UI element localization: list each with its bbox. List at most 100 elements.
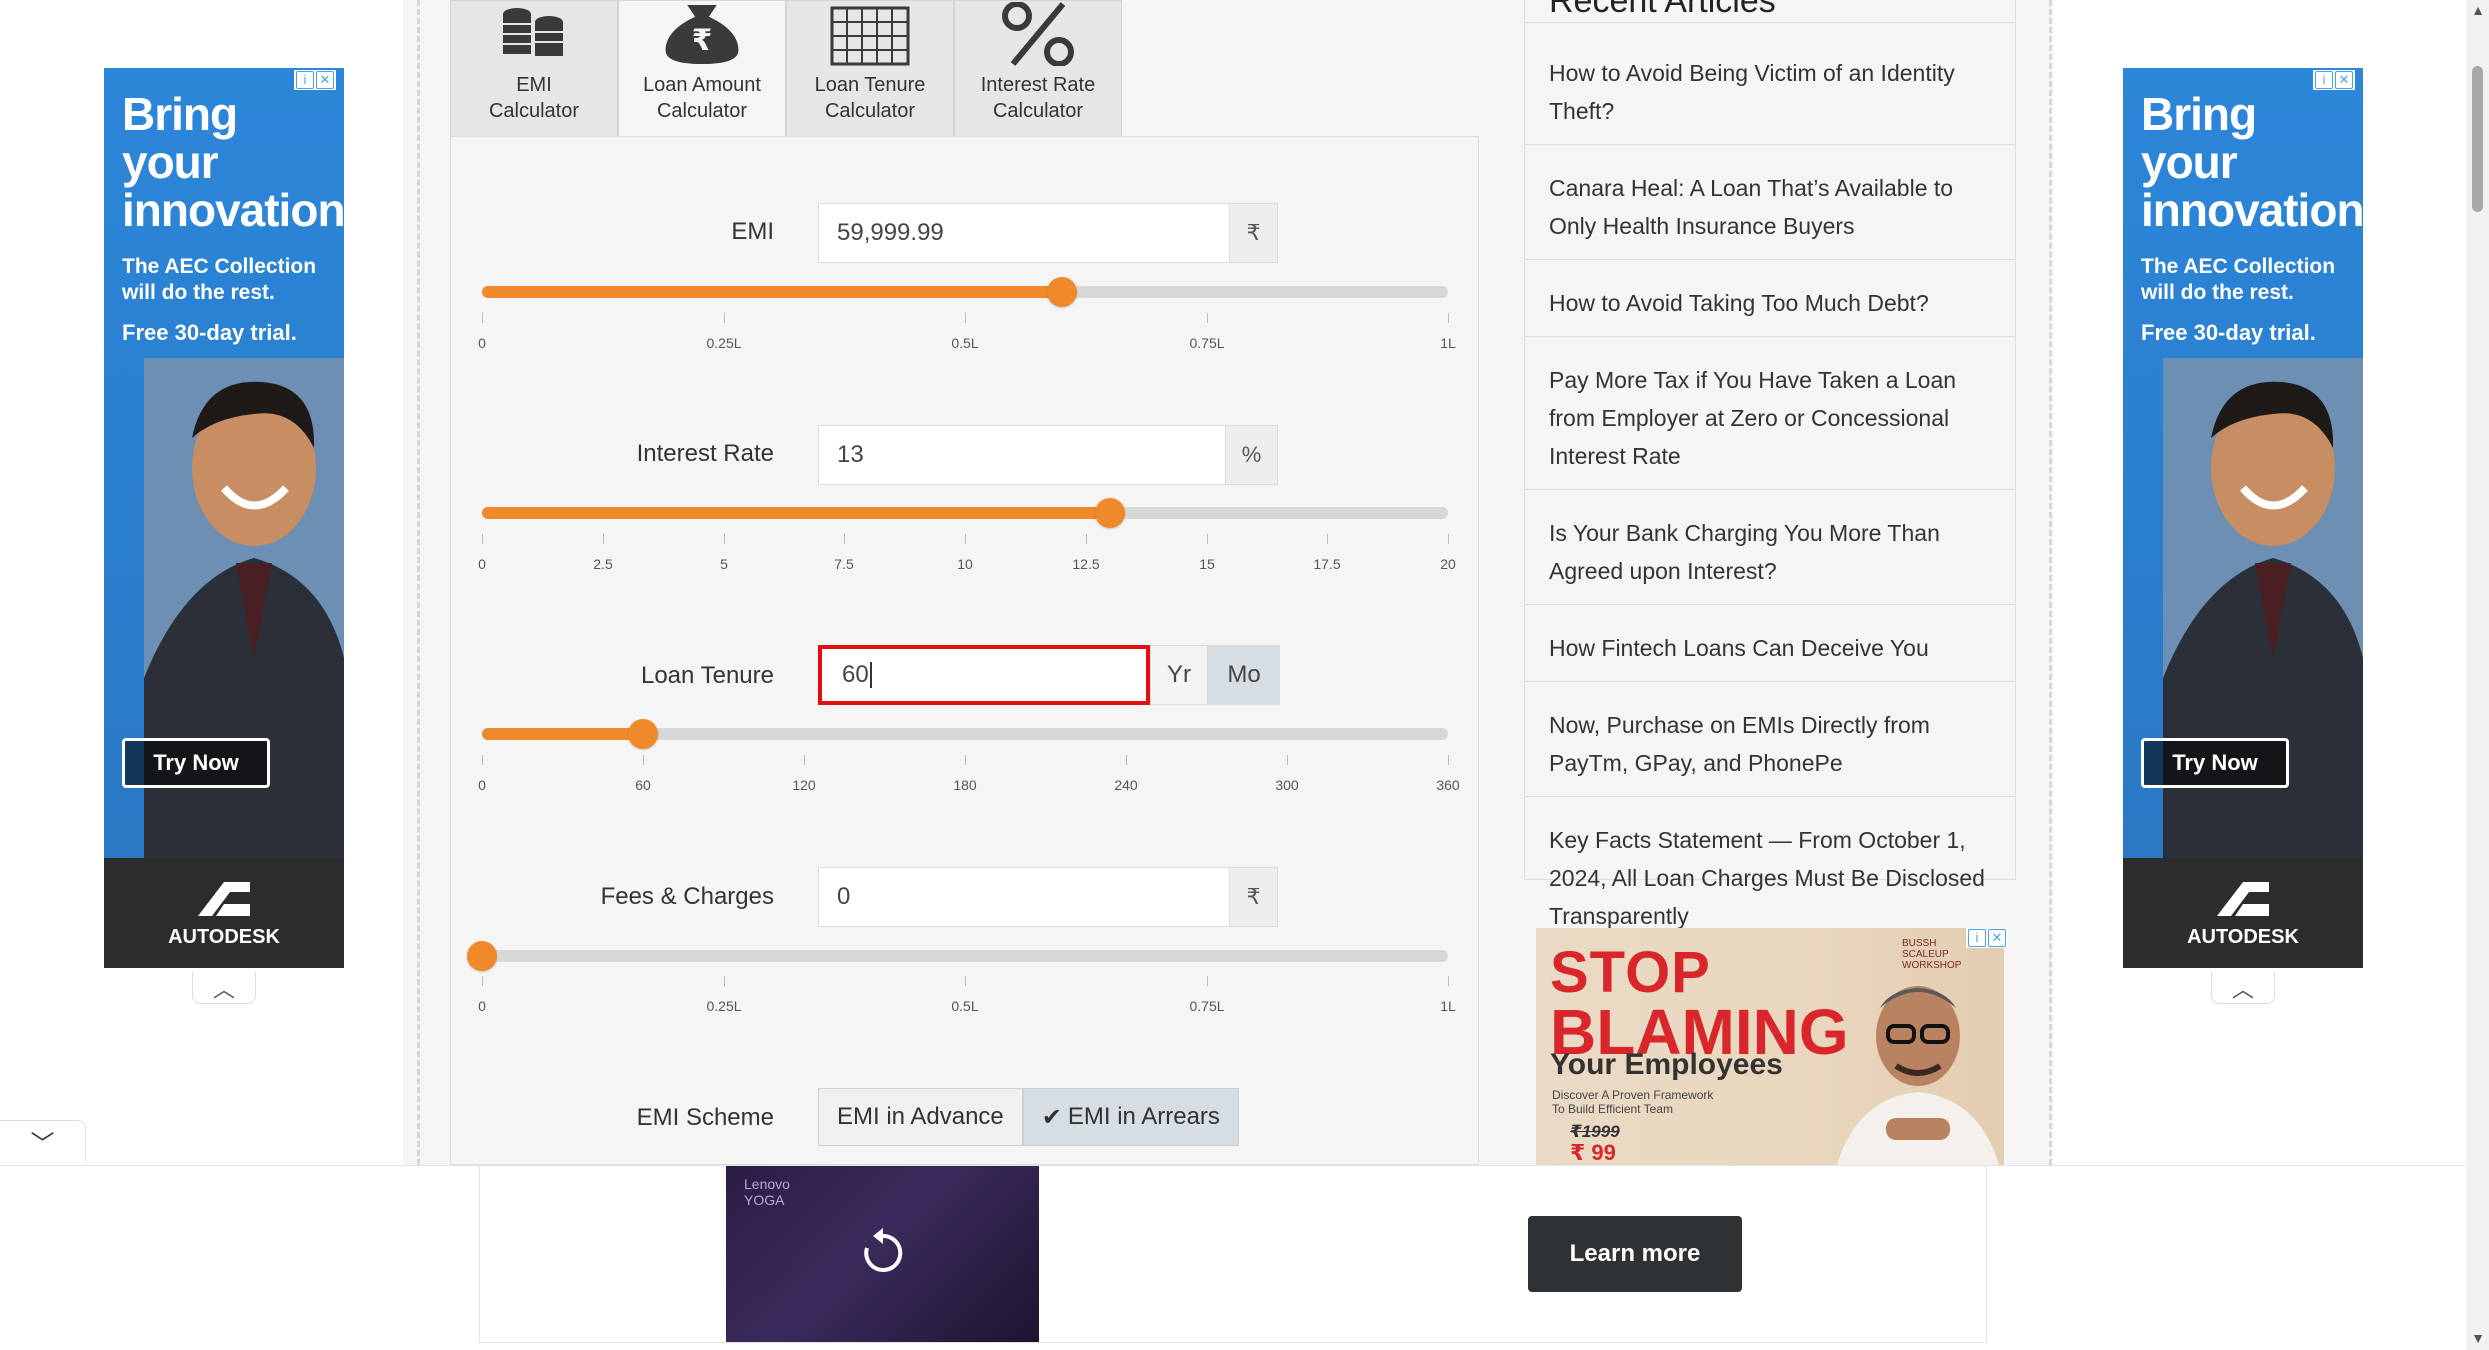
try-now-button[interactable]: Try Now bbox=[122, 738, 270, 788]
interest-rate-label: Interest Rate bbox=[636, 440, 774, 467]
text-cursor bbox=[869, 662, 872, 688]
slider-tick-mark bbox=[1086, 534, 1087, 544]
rupee-unit-addon: ₹ bbox=[1230, 203, 1278, 263]
scroll-up-arrow-icon[interactable]: ▲ bbox=[2468, 0, 2488, 20]
bottom-video-ad[interactable]: Lenovo YOGA Learn more bbox=[479, 1165, 1987, 1343]
ad-subtext: The AEC Collection will do the rest. bbox=[122, 255, 317, 304]
article-link[interactable]: Key Facts Statement — From October 1, 20… bbox=[1525, 797, 2015, 949]
tenure-months-button[interactable]: Mo bbox=[1208, 645, 1280, 705]
slider-tick-mark bbox=[965, 313, 966, 323]
slider-tick-label: 15 bbox=[1199, 556, 1215, 572]
svg-text:₹: ₹ bbox=[692, 23, 713, 57]
close-icon[interactable]: ✕ bbox=[2335, 71, 2353, 89]
article-link[interactable]: Now, Purchase on EMIs Directly from PayT… bbox=[1525, 682, 2015, 797]
tenure-unit-toggle: Yr Mo bbox=[1150, 645, 1280, 705]
slider-tick-mark bbox=[603, 534, 604, 544]
article-link[interactable]: Pay More Tax if You Have Taken a Loan fr… bbox=[1525, 337, 2015, 490]
slider-fill bbox=[482, 286, 1062, 298]
tab-interest-rate-calculator[interactable]: Interest Rate Calculator bbox=[954, 0, 1122, 136]
emi-slider-ticks: 0 0.25L 0.5L 0.75L 1L bbox=[478, 313, 1456, 353]
coins-icon bbox=[503, 8, 563, 56]
workshop-ad[interactable]: STOP BLAMING Your Employees Discover A P… bbox=[1536, 928, 2004, 1168]
ad-headline: Bring your innovation bbox=[2141, 88, 2363, 236]
loan-tenure-value: 60 bbox=[842, 661, 869, 688]
article-link[interactable]: How to Avoid Being Victim of an Identity… bbox=[1525, 30, 2015, 145]
slider-tick-mark bbox=[724, 313, 725, 323]
ad-choices-workshop[interactable]: i ✕ bbox=[1966, 928, 2008, 948]
slider-handle[interactable] bbox=[1047, 277, 1077, 307]
replay-icon[interactable] bbox=[856, 1226, 910, 1280]
slider-tick-label: 2.5 bbox=[593, 556, 613, 572]
close-icon[interactable]: ✕ bbox=[316, 71, 334, 89]
side-ad-right[interactable]: Bring your innovation The AEC Collection… bbox=[2123, 68, 2363, 968]
slider-tick-mark bbox=[1126, 755, 1127, 765]
emi-in-advance-button[interactable]: EMI in Advance bbox=[818, 1088, 1023, 1146]
tenure-years-button[interactable]: Yr bbox=[1150, 645, 1208, 705]
fees-charges-field: 0 ₹ bbox=[818, 867, 1278, 927]
scroll-down-arrow-icon[interactable]: ▼ bbox=[2468, 1328, 2488, 1348]
ad-choices-left[interactable]: i ✕ bbox=[294, 70, 336, 90]
percent-unit-addon: % bbox=[1226, 425, 1278, 485]
slider-tick-mark bbox=[643, 755, 644, 765]
fees-charges-slider[interactable] bbox=[467, 941, 1448, 971]
ad-info-icon[interactable]: i bbox=[2315, 71, 2333, 89]
slider-tick-label: 60 bbox=[635, 777, 651, 793]
slider-tick-mark bbox=[1207, 976, 1208, 986]
divider bbox=[1525, 22, 2015, 23]
slider-handle[interactable] bbox=[467, 941, 497, 971]
tab-loan-tenure-calculator[interactable]: Loan Tenure Calculator bbox=[786, 0, 954, 136]
slider-tick-label: 0 bbox=[478, 998, 486, 1014]
try-now-button[interactable]: Try Now bbox=[2141, 738, 2289, 788]
tab-label: Loan Tenure Calculator bbox=[814, 74, 926, 122]
ad-info-icon[interactable]: i bbox=[296, 71, 314, 89]
divider bbox=[2049, 0, 2052, 1165]
divider bbox=[417, 0, 420, 1165]
chevron-down-icon: ﹀ bbox=[30, 1131, 55, 1158]
ad-info-icon[interactable]: i bbox=[1968, 929, 1986, 947]
interest-rate-input[interactable]: 13 bbox=[818, 425, 1226, 485]
loan-tenure-slider[interactable] bbox=[482, 719, 1448, 749]
slider-handle[interactable] bbox=[1095, 498, 1125, 528]
video-thumbnail[interactable]: Lenovo YOGA bbox=[726, 1166, 1039, 1342]
tab-loan-amount-calculator[interactable]: ₹ Loan Amount Calculator bbox=[618, 0, 786, 136]
emi-label: EMI bbox=[731, 218, 774, 245]
ad-choices-right[interactable]: i ✕ bbox=[2313, 70, 2355, 90]
collapse-bottom-ad-button[interactable]: ﹀ bbox=[0, 1120, 86, 1162]
ad-brand-name: AUTODESK bbox=[2187, 926, 2299, 948]
side-ad-left[interactable]: Bring your innovation The AEC Collection… bbox=[104, 68, 344, 968]
article-link[interactable]: How to Avoid Taking Too Much Debt? bbox=[1525, 260, 2015, 337]
emi-slider[interactable] bbox=[482, 277, 1448, 307]
loan-tenure-slider-ticks: 0 60 120 180 240 300 360 bbox=[478, 755, 1460, 795]
article-link[interactable]: Canara Heal: A Loan That’s Available to … bbox=[1525, 145, 2015, 260]
ad-headline: STOP bbox=[1550, 940, 1711, 1005]
fees-charges-input[interactable]: 0 bbox=[818, 867, 1230, 927]
collapse-ad-right-button[interactable]: ︿ bbox=[2211, 972, 2275, 1004]
tab-emi-calculator[interactable]: EMI Calculator bbox=[450, 0, 618, 136]
emi-in-arrears-button[interactable]: ✔ EMI in Arrears bbox=[1022, 1088, 1239, 1146]
tab-label: EMI Calculator bbox=[488, 74, 580, 122]
slider-tick-mark bbox=[844, 534, 845, 544]
emi-field: 59,999.99 ₹ bbox=[818, 203, 1278, 263]
calendar-grid-icon bbox=[830, 6, 910, 66]
emi-input[interactable]: 59,999.99 bbox=[818, 203, 1230, 263]
slider-tick-mark bbox=[1207, 313, 1208, 323]
slider-tick-label: 1L bbox=[1440, 335, 1456, 351]
rupee-bag-icon: ₹ bbox=[665, 4, 739, 65]
article-link[interactable]: Is Your Bank Charging You More Than Agre… bbox=[1525, 490, 2015, 605]
close-icon[interactable]: ✕ bbox=[1988, 929, 2006, 947]
slider-tick-mark bbox=[965, 976, 966, 986]
scrollbar-thumb[interactable] bbox=[2472, 66, 2483, 212]
slider-tick-mark bbox=[724, 534, 725, 544]
chevron-up-icon: ︿ bbox=[2231, 976, 2254, 1002]
learn-more-button[interactable]: Learn more bbox=[1528, 1216, 1742, 1292]
slider-handle[interactable] bbox=[628, 719, 658, 749]
interest-rate-slider[interactable] bbox=[482, 498, 1448, 528]
checkmark-icon: ✔ bbox=[1041, 1103, 1062, 1131]
slider-tick-label: 180 bbox=[953, 777, 977, 793]
loan-tenure-input[interactable]: 60 bbox=[818, 645, 1150, 705]
recent-articles-list: How to Avoid Being Victim of an Identity… bbox=[1525, 30, 2015, 949]
article-link[interactable]: How Fintech Loans Can Deceive You bbox=[1525, 605, 2015, 682]
slider-tick-label: 0 bbox=[478, 335, 486, 351]
collapse-ad-left-button[interactable]: ︿ bbox=[192, 972, 256, 1004]
slider-tick-label: 0.75L bbox=[1189, 998, 1225, 1014]
